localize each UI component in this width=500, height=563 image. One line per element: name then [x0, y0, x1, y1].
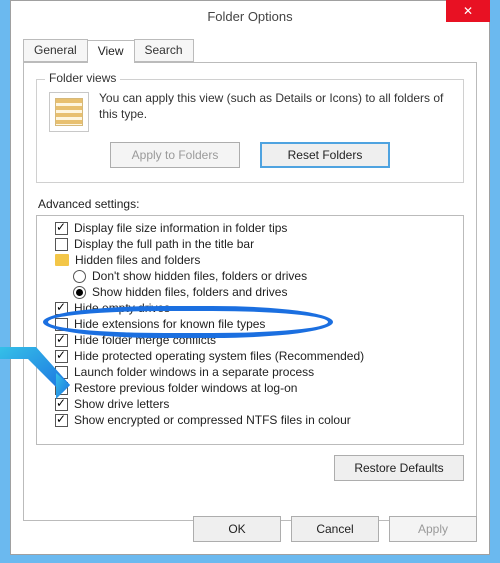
list-item-label: Show encrypted or compressed NTFS files …	[74, 413, 351, 427]
list-item[interactable]: Show encrypted or compressed NTFS files …	[55, 412, 459, 428]
dialog-buttons: OK Cancel Apply	[23, 516, 477, 542]
advanced-settings-list[interactable]: Display file size information in folder …	[36, 215, 464, 445]
checkbox-icon[interactable]	[55, 334, 68, 347]
list-item-label: Display file size information in folder …	[74, 221, 287, 235]
checkbox-icon[interactable]	[55, 318, 68, 331]
list-item-label: Show drive letters	[74, 397, 169, 411]
list-item[interactable]: Don't show hidden files, folders or driv…	[73, 268, 459, 284]
checkbox-icon[interactable]	[55, 398, 68, 411]
list-item: Hidden files and folders	[55, 252, 459, 268]
advanced-settings-label: Advanced settings:	[38, 197, 462, 211]
close-icon: ✕	[463, 4, 473, 18]
checkbox-icon[interactable]	[55, 222, 68, 235]
tab-search[interactable]: Search	[134, 39, 194, 62]
checkbox-icon[interactable]	[55, 350, 68, 363]
apply-button: Apply	[389, 516, 477, 542]
list-item-label: Show hidden files, folders and drives	[92, 285, 287, 299]
list-item-label: Launch folder windows in a separate proc…	[74, 365, 314, 379]
tabs-area: General View Search Folder views You can…	[11, 31, 489, 521]
list-item-label: Hide extensions for known file types	[74, 317, 265, 331]
folder-views-desc: You can apply this view (such as Details…	[99, 90, 451, 122]
list-item-label: Hidden files and folders	[75, 253, 200, 267]
list-item[interactable]: Hide extensions for known file types	[55, 316, 459, 332]
folder-options-dialog: Folder Options ✕ General View Search Fol…	[10, 0, 490, 555]
reset-folders-button[interactable]: Reset Folders	[260, 142, 390, 168]
list-item-label: Hide folder merge conflicts	[74, 333, 216, 347]
titlebar: Folder Options ✕	[11, 1, 489, 31]
view-panel: Folder views You can apply this view (su…	[23, 63, 477, 521]
list-item[interactable]: Show hidden files, folders and drives	[73, 284, 459, 300]
tab-view[interactable]: View	[87, 40, 135, 63]
list-item[interactable]: Hide protected operating system files (R…	[55, 348, 459, 364]
folder-icon	[55, 254, 69, 266]
checkbox-icon[interactable]	[55, 238, 68, 251]
list-item-label: Hide empty drives	[74, 301, 170, 315]
ok-button[interactable]: OK	[193, 516, 281, 542]
folder-views-legend: Folder views	[45, 71, 120, 85]
radio-icon[interactable]	[73, 270, 86, 283]
folder-views-icon	[49, 92, 89, 132]
checkbox-icon[interactable]	[55, 382, 68, 395]
checkbox-icon[interactable]	[55, 366, 68, 379]
list-item-label: Don't show hidden files, folders or driv…	[92, 269, 307, 283]
list-item[interactable]: Hide folder merge conflicts	[55, 332, 459, 348]
tab-row: General View Search	[23, 39, 477, 63]
tab-general[interactable]: General	[23, 39, 88, 62]
checkbox-icon[interactable]	[55, 302, 68, 315]
list-item[interactable]: Restore previous folder windows at log-o…	[55, 380, 459, 396]
list-item[interactable]: Display file size information in folder …	[55, 220, 459, 236]
list-item[interactable]: Hide empty drives	[55, 300, 459, 316]
folder-views-group: Folder views You can apply this view (su…	[36, 79, 464, 183]
apply-to-folders-button: Apply to Folders	[110, 142, 240, 168]
checkbox-icon[interactable]	[55, 414, 68, 427]
list-item[interactable]: Launch folder windows in a separate proc…	[55, 364, 459, 380]
list-item[interactable]: Display the full path in the title bar	[55, 236, 459, 252]
restore-defaults-button[interactable]: Restore Defaults	[334, 455, 464, 481]
close-button[interactable]: ✕	[446, 0, 490, 22]
list-item-label: Hide protected operating system files (R…	[74, 349, 364, 363]
list-item-label: Display the full path in the title bar	[74, 237, 254, 251]
radio-icon[interactable]	[73, 286, 86, 299]
list-item-label: Restore previous folder windows at log-o…	[74, 381, 297, 395]
window-title: Folder Options	[207, 9, 292, 24]
list-item[interactable]: Show drive letters	[55, 396, 459, 412]
cancel-button[interactable]: Cancel	[291, 516, 379, 542]
